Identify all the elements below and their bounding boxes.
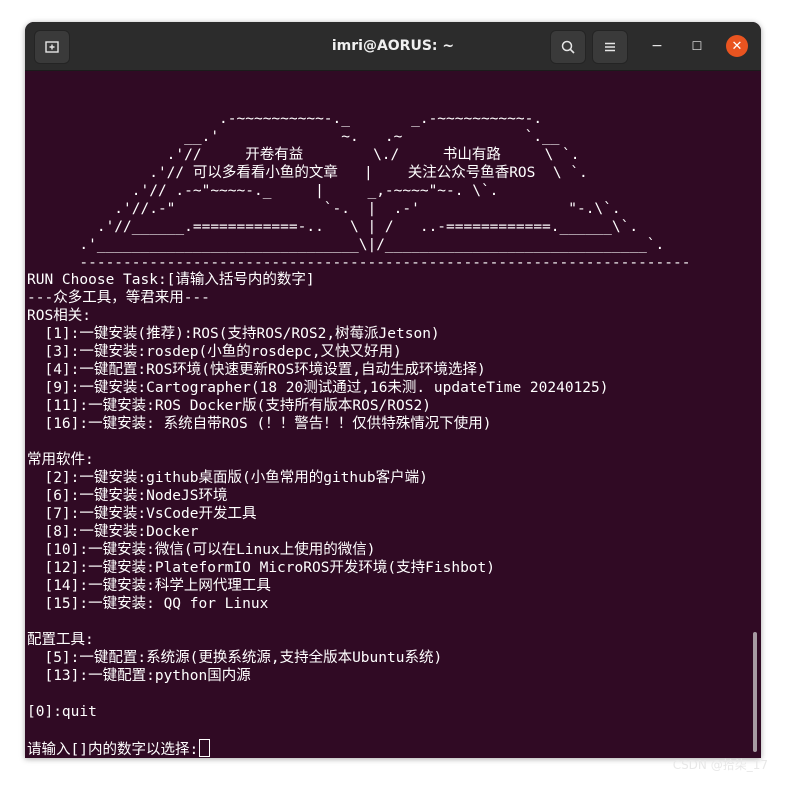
prompt-text: 请输入[]内的数字以选择:: [27, 742, 199, 758]
menu-item: [6]:一键安装:NodeJS环境: [27, 488, 228, 504]
scrollbar[interactable]: [753, 632, 757, 752]
new-tab-button[interactable]: [34, 30, 70, 64]
menu-item: [10]:一键安装:微信(可以在Linux上使用的微信): [27, 542, 376, 558]
menu-item: [7]:一键安装:VsCode开发工具: [27, 506, 257, 522]
menu-item: [3]:一键安装:rosdep(小鱼的rosdepc,又快又好用): [27, 344, 402, 360]
input-prompt[interactable]: 请输入[]内的数字以选择:: [27, 739, 211, 758]
terminal-output[interactable]: .-~~~~~~~~~~-._ _.-~~~~~~~~~~-. __.' ~. …: [25, 71, 749, 758]
menu-item: [2]:一键安装:github桌面版(小鱼常用的github客户端): [27, 470, 428, 486]
ascii-art-line: .'// 开卷有益 \./ 书山有路 \ `.: [27, 147, 580, 163]
maximize-button[interactable]: ☐: [686, 35, 708, 57]
menu-item: [16]:一键安装: 系统自带ROS (！！警告！！仅供特殊情况下使用): [27, 416, 492, 432]
section-title-software: 常用软件:: [27, 452, 94, 468]
ascii-art-divider: ----------------------------------------…: [27, 255, 691, 271]
ascii-art-line: .'//______.============-.. \ | / ..-====…: [27, 219, 639, 235]
new-tab-icon: [45, 41, 59, 53]
menu-item: [11]:一键安装:ROS Docker版(支持所有版本ROS/ROS2): [27, 398, 431, 414]
watermark: CSDN @拾柒_17: [672, 758, 768, 772]
menu-item: [12]:一键安装:PlateformIO MicroROS开发环境(支持Fis…: [27, 560, 495, 576]
quit-option: [0]:quit: [27, 704, 97, 720]
terminal-window: imri@AORUS: ~ − ☐ ✕ .-~~~~~~~~~~-._ _.-~…: [25, 22, 761, 758]
section-title-config: 配置工具:: [27, 632, 94, 648]
menu-item: [5]:一键配置:系统源(更换系统源,支持全版本Ubuntu系统): [27, 650, 443, 666]
ascii-art-line: .'//.-" `-. | .-' "-.\`.: [27, 201, 621, 217]
menu-subtitle: ---众多工具，等君来用---: [27, 290, 210, 306]
menu-item: [1]:一键安装(推荐):ROS(支持ROS/ROS2,树莓派Jetson): [27, 326, 440, 342]
title-bar: imri@AORUS: ~ − ☐ ✕: [25, 22, 761, 71]
search-button[interactable]: [550, 30, 586, 64]
menu-item: [9]:一键安装:Cartographer(18 20测试通过,16未测. up…: [27, 380, 609, 396]
menu-item: [14]:一键安装:科学上网代理工具: [27, 578, 271, 594]
menu-item: [13]:一键配置:python国内源: [27, 668, 251, 684]
minimize-button[interactable]: −: [646, 35, 668, 57]
search-icon: [561, 40, 575, 54]
ascii-art-line: .'// 可以多看看小鱼的文章 | 关注公众号鱼香ROS \ `.: [27, 165, 588, 181]
close-button[interactable]: ✕: [726, 35, 748, 57]
menu-item: [8]:一键安装:Docker: [27, 524, 199, 540]
menu-item: [4]:一键配置:ROS环境(快速更新ROS环境设置,自动生成环境选择): [27, 362, 486, 378]
ascii-art-line: __.' ~. .~ `.__: [27, 129, 560, 145]
section-title-ros: ROS相关:: [27, 308, 91, 324]
hamburger-menu-icon: [605, 42, 615, 52]
ascii-art-line: .-~~~~~~~~~~-._ _.-~~~~~~~~~~-.: [27, 111, 543, 127]
menu-item: [15]:一键安装: QQ for Linux: [27, 596, 269, 612]
ascii-art-line: .'______________________________\|/_____…: [27, 237, 665, 253]
menu-header: RUN Choose Task:[请输入括号内的数字]: [27, 272, 315, 288]
text-cursor: [199, 739, 211, 757]
ascii-art-line: .'// .-~"~~~~-._ | _,-~~~~"~-. \`.: [27, 183, 499, 199]
menu-button[interactable]: [592, 30, 628, 64]
